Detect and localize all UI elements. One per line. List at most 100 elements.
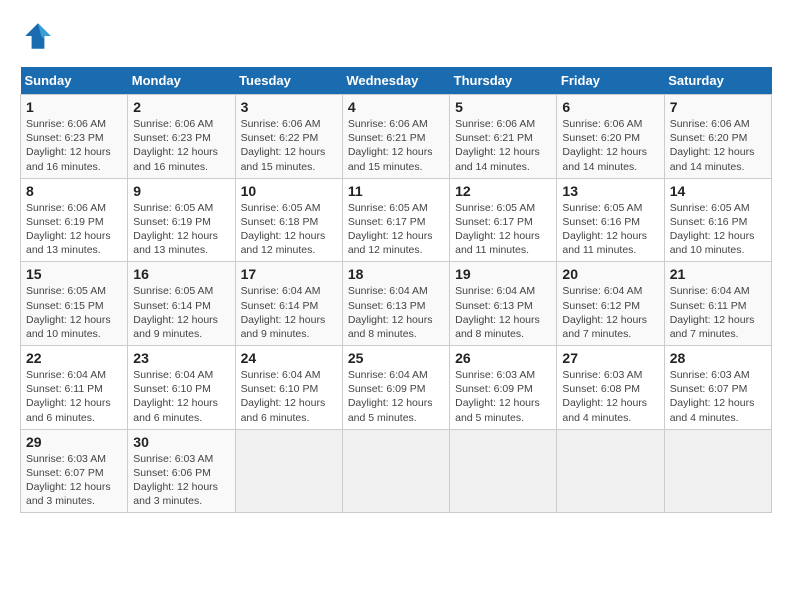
calendar-cell: 13Sunrise: 6:05 AM Sunset: 6:16 PM Dayli…: [557, 178, 664, 262]
calendar-week-1: 1 Sunrise: 6:06 AM Sunset: 6:23 PM Daylig…: [21, 95, 772, 179]
day-detail: Sunrise: 6:06 AM Sunset: 6:21 PM Dayligh…: [455, 117, 551, 174]
day-number: 8: [26, 183, 122, 199]
calendar-cell: 21 Sunrise: 6:04 AM Sunset: 6:11 PM Dayli…: [664, 262, 771, 346]
calendar-cell: 2Sunrise: 6:06 AM Sunset: 6:23 PM Daylig…: [128, 95, 235, 179]
day-detail: Sunrise: 6:05 AM Sunset: 6:17 PM Dayligh…: [348, 201, 444, 258]
day-detail: Sunrise: 6:05 AM Sunset: 6:19 PM Dayligh…: [133, 201, 229, 258]
calendar-cell: [235, 429, 342, 513]
day-number: 19: [455, 266, 551, 282]
day-number: 12: [455, 183, 551, 199]
day-detail: Sunrise: 6:04 AM Sunset: 6:13 PM Dayligh…: [348, 284, 444, 341]
calendar-cell: 30 Sunrise: 6:03 AM Sunset: 6:06 PM Dayli…: [128, 429, 235, 513]
calendar-cell: 5 Sunrise: 6:06 AM Sunset: 6:21 PM Daylig…: [450, 95, 557, 179]
day-number: 26: [455, 350, 551, 366]
day-number: 21: [670, 266, 766, 282]
day-detail: Sunrise: 6:05 AM Sunset: 6:15 PM Dayligh…: [26, 284, 122, 341]
day-detail: Sunrise: 6:06 AM Sunset: 6:22 PM Dayligh…: [241, 117, 337, 174]
day-detail: Sunrise: 6:06 AM Sunset: 6:23 PM Dayligh…: [26, 117, 122, 174]
day-number: 29: [26, 434, 122, 450]
calendar-cell: 4Sunrise: 6:06 AM Sunset: 6:21 PM Daylig…: [342, 95, 449, 179]
day-detail: Sunrise: 6:04 AM Sunset: 6:13 PM Dayligh…: [455, 284, 551, 341]
calendar-cell: 14Sunrise: 6:05 AM Sunset: 6:16 PM Dayli…: [664, 178, 771, 262]
day-number: 30: [133, 434, 229, 450]
day-detail: Sunrise: 6:05 AM Sunset: 6:17 PM Dayligh…: [455, 201, 551, 258]
calendar-cell: [450, 429, 557, 513]
calendar-cell: 1 Sunrise: 6:06 AM Sunset: 6:23 PM Daylig…: [21, 95, 128, 179]
day-detail: Sunrise: 6:03 AM Sunset: 6:06 PM Dayligh…: [133, 452, 229, 509]
calendar-cell: 6 Sunrise: 6:06 AM Sunset: 6:20 PM Daylig…: [557, 95, 664, 179]
day-number: 18: [348, 266, 444, 282]
day-detail: Sunrise: 6:04 AM Sunset: 6:11 PM Dayligh…: [670, 284, 766, 341]
day-number: 24: [241, 350, 337, 366]
day-number: 15: [26, 266, 122, 282]
day-detail: Sunrise: 6:03 AM Sunset: 6:07 PM Dayligh…: [670, 368, 766, 425]
calendar-cell: 27 Sunrise: 6:03 AM Sunset: 6:08 PM Dayli…: [557, 346, 664, 430]
weekday-header-row: SundayMondayTuesdayWednesdayThursdayFrid…: [21, 67, 772, 95]
day-number: 13: [562, 183, 658, 199]
day-number: 3: [241, 99, 337, 115]
day-detail: Sunrise: 6:04 AM Sunset: 6:11 PM Dayligh…: [26, 368, 122, 425]
calendar-cell: [342, 429, 449, 513]
day-number: 11: [348, 183, 444, 199]
calendar-table: SundayMondayTuesdayWednesdayThursdayFrid…: [20, 67, 772, 513]
day-number: 10: [241, 183, 337, 199]
day-detail: Sunrise: 6:05 AM Sunset: 6:14 PM Dayligh…: [133, 284, 229, 341]
calendar-cell: 9Sunrise: 6:05 AM Sunset: 6:19 PM Daylig…: [128, 178, 235, 262]
calendar-week-2: 8 Sunrise: 6:06 AM Sunset: 6:19 PM Daylig…: [21, 178, 772, 262]
day-number: 4: [348, 99, 444, 115]
day-detail: Sunrise: 6:04 AM Sunset: 6:12 PM Dayligh…: [562, 284, 658, 341]
logo: [20, 20, 54, 57]
day-number: 22: [26, 350, 122, 366]
weekday-header-wednesday: Wednesday: [342, 67, 449, 95]
day-detail: Sunrise: 6:04 AM Sunset: 6:14 PM Dayligh…: [241, 284, 337, 341]
calendar-cell: 12 Sunrise: 6:05 AM Sunset: 6:17 PM Dayli…: [450, 178, 557, 262]
logo-icon: [22, 20, 54, 52]
weekday-header-monday: Monday: [128, 67, 235, 95]
calendar-cell: 20 Sunrise: 6:04 AM Sunset: 6:12 PM Dayli…: [557, 262, 664, 346]
day-detail: Sunrise: 6:06 AM Sunset: 6:20 PM Dayligh…: [562, 117, 658, 174]
calendar-cell: 18 Sunrise: 6:04 AM Sunset: 6:13 PM Dayli…: [342, 262, 449, 346]
day-number: 7: [670, 99, 766, 115]
calendar-cell: 19 Sunrise: 6:04 AM Sunset: 6:13 PM Dayli…: [450, 262, 557, 346]
day-number: 1: [26, 99, 122, 115]
day-number: 6: [562, 99, 658, 115]
day-number: 27: [562, 350, 658, 366]
calendar-cell: [664, 429, 771, 513]
day-number: 25: [348, 350, 444, 366]
weekday-header-thursday: Thursday: [450, 67, 557, 95]
weekday-header-saturday: Saturday: [664, 67, 771, 95]
calendar-cell: 25 Sunrise: 6:04 AM Sunset: 6:09 PM Dayli…: [342, 346, 449, 430]
day-detail: Sunrise: 6:06 AM Sunset: 6:19 PM Dayligh…: [26, 201, 122, 258]
day-detail: Sunrise: 6:04 AM Sunset: 6:10 PM Dayligh…: [133, 368, 229, 425]
day-number: 20: [562, 266, 658, 282]
day-detail: Sunrise: 6:04 AM Sunset: 6:10 PM Dayligh…: [241, 368, 337, 425]
calendar-cell: 16Sunrise: 6:05 AM Sunset: 6:14 PM Dayli…: [128, 262, 235, 346]
day-number: 5: [455, 99, 551, 115]
day-detail: Sunrise: 6:03 AM Sunset: 6:08 PM Dayligh…: [562, 368, 658, 425]
calendar-cell: 8 Sunrise: 6:06 AM Sunset: 6:19 PM Daylig…: [21, 178, 128, 262]
weekday-header-sunday: Sunday: [21, 67, 128, 95]
calendar-cell: 17 Sunrise: 6:04 AM Sunset: 6:14 PM Dayli…: [235, 262, 342, 346]
day-number: 2: [133, 99, 229, 115]
day-detail: Sunrise: 6:03 AM Sunset: 6:09 PM Dayligh…: [455, 368, 551, 425]
weekday-header-tuesday: Tuesday: [235, 67, 342, 95]
calendar-cell: 3 Sunrise: 6:06 AM Sunset: 6:22 PM Daylig…: [235, 95, 342, 179]
calendar-cell: 24 Sunrise: 6:04 AM Sunset: 6:10 PM Dayli…: [235, 346, 342, 430]
calendar-cell: 28Sunrise: 6:03 AM Sunset: 6:07 PM Dayli…: [664, 346, 771, 430]
calendar-cell: 11 Sunrise: 6:05 AM Sunset: 6:17 PM Dayli…: [342, 178, 449, 262]
day-detail: Sunrise: 6:04 AM Sunset: 6:09 PM Dayligh…: [348, 368, 444, 425]
calendar-cell: 23 Sunrise: 6:04 AM Sunset: 6:10 PM Dayli…: [128, 346, 235, 430]
calendar-cell: 10Sunrise: 6:05 AM Sunset: 6:18 PM Dayli…: [235, 178, 342, 262]
calendar-cell: 26 Sunrise: 6:03 AM Sunset: 6:09 PM Dayli…: [450, 346, 557, 430]
day-detail: Sunrise: 6:05 AM Sunset: 6:16 PM Dayligh…: [670, 201, 766, 258]
calendar-cell: 7Sunrise: 6:06 AM Sunset: 6:20 PM Daylig…: [664, 95, 771, 179]
calendar-week-5: 29Sunrise: 6:03 AM Sunset: 6:07 PM Dayli…: [21, 429, 772, 513]
calendar-cell: 22 Sunrise: 6:04 AM Sunset: 6:11 PM Dayli…: [21, 346, 128, 430]
page-header: [20, 20, 772, 57]
weekday-header-friday: Friday: [557, 67, 664, 95]
day-number: 17: [241, 266, 337, 282]
calendar-week-3: 15 Sunrise: 6:05 AM Sunset: 6:15 PM Dayli…: [21, 262, 772, 346]
calendar-cell: 15 Sunrise: 6:05 AM Sunset: 6:15 PM Dayli…: [21, 262, 128, 346]
day-number: 23: [133, 350, 229, 366]
calendar-cell: 29Sunrise: 6:03 AM Sunset: 6:07 PM Dayli…: [21, 429, 128, 513]
